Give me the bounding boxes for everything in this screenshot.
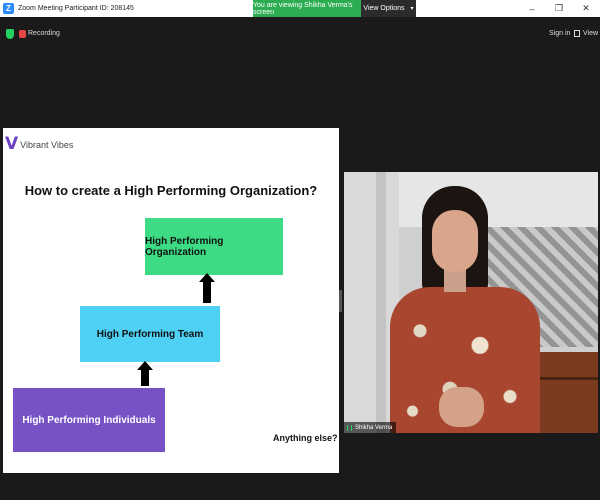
slide-question: Anything else? (273, 433, 338, 443)
shield-icon[interactable] (6, 29, 14, 39)
mic-icon (347, 424, 352, 431)
split-view-handle[interactable] (339, 290, 342, 312)
shared-screen: V Vibrant Vibes How to create a High Per… (3, 128, 339, 473)
zoom-logo-icon: Z (3, 3, 14, 14)
brand-mark-icon: V (5, 134, 19, 154)
window-title: Zoom Meeting Participant ID: 208145 (18, 5, 134, 12)
view-options-label: View Options (363, 5, 405, 12)
minimize-icon[interactable]: – (522, 0, 542, 17)
slide-title: How to create a High Performing Organiza… (24, 183, 318, 198)
box-individuals: High Performing Individuals (13, 388, 165, 452)
sign-in-button[interactable]: Sign in (549, 30, 570, 37)
box-organization: High Performing Organization (145, 218, 283, 275)
viewing-banner: You are viewing Shikha Verma's screen (253, 0, 361, 17)
arrow-up-icon (199, 273, 215, 303)
close-icon[interactable]: ✕ (576, 0, 596, 17)
brand-logo: V Vibrant Vibes (5, 136, 73, 153)
meeting-toolbar: Recording Sign in View (0, 17, 600, 51)
participant-name-tag: Shikha Verma (344, 422, 397, 433)
arrow-up-icon (137, 361, 153, 386)
background-door (376, 172, 386, 433)
recording-icon (19, 30, 26, 38)
maximize-icon[interactable]: ❐ (549, 0, 569, 17)
view-options-button[interactable]: View Options ▾ (361, 0, 416, 17)
box-team: High Performing Team (80, 306, 220, 362)
brand-name: Vibrant Vibes (20, 139, 74, 150)
participant-hands (439, 387, 484, 427)
participant-name: Shikha Verma (355, 424, 393, 431)
view-icon[interactable] (574, 30, 580, 37)
view-button[interactable]: View (583, 30, 598, 37)
recording-label[interactable]: Recording (28, 30, 60, 37)
chevron-down-icon: ▾ (410, 6, 414, 12)
participant-video[interactable]: Shikha Verma (344, 172, 598, 433)
participant-face (432, 210, 478, 272)
